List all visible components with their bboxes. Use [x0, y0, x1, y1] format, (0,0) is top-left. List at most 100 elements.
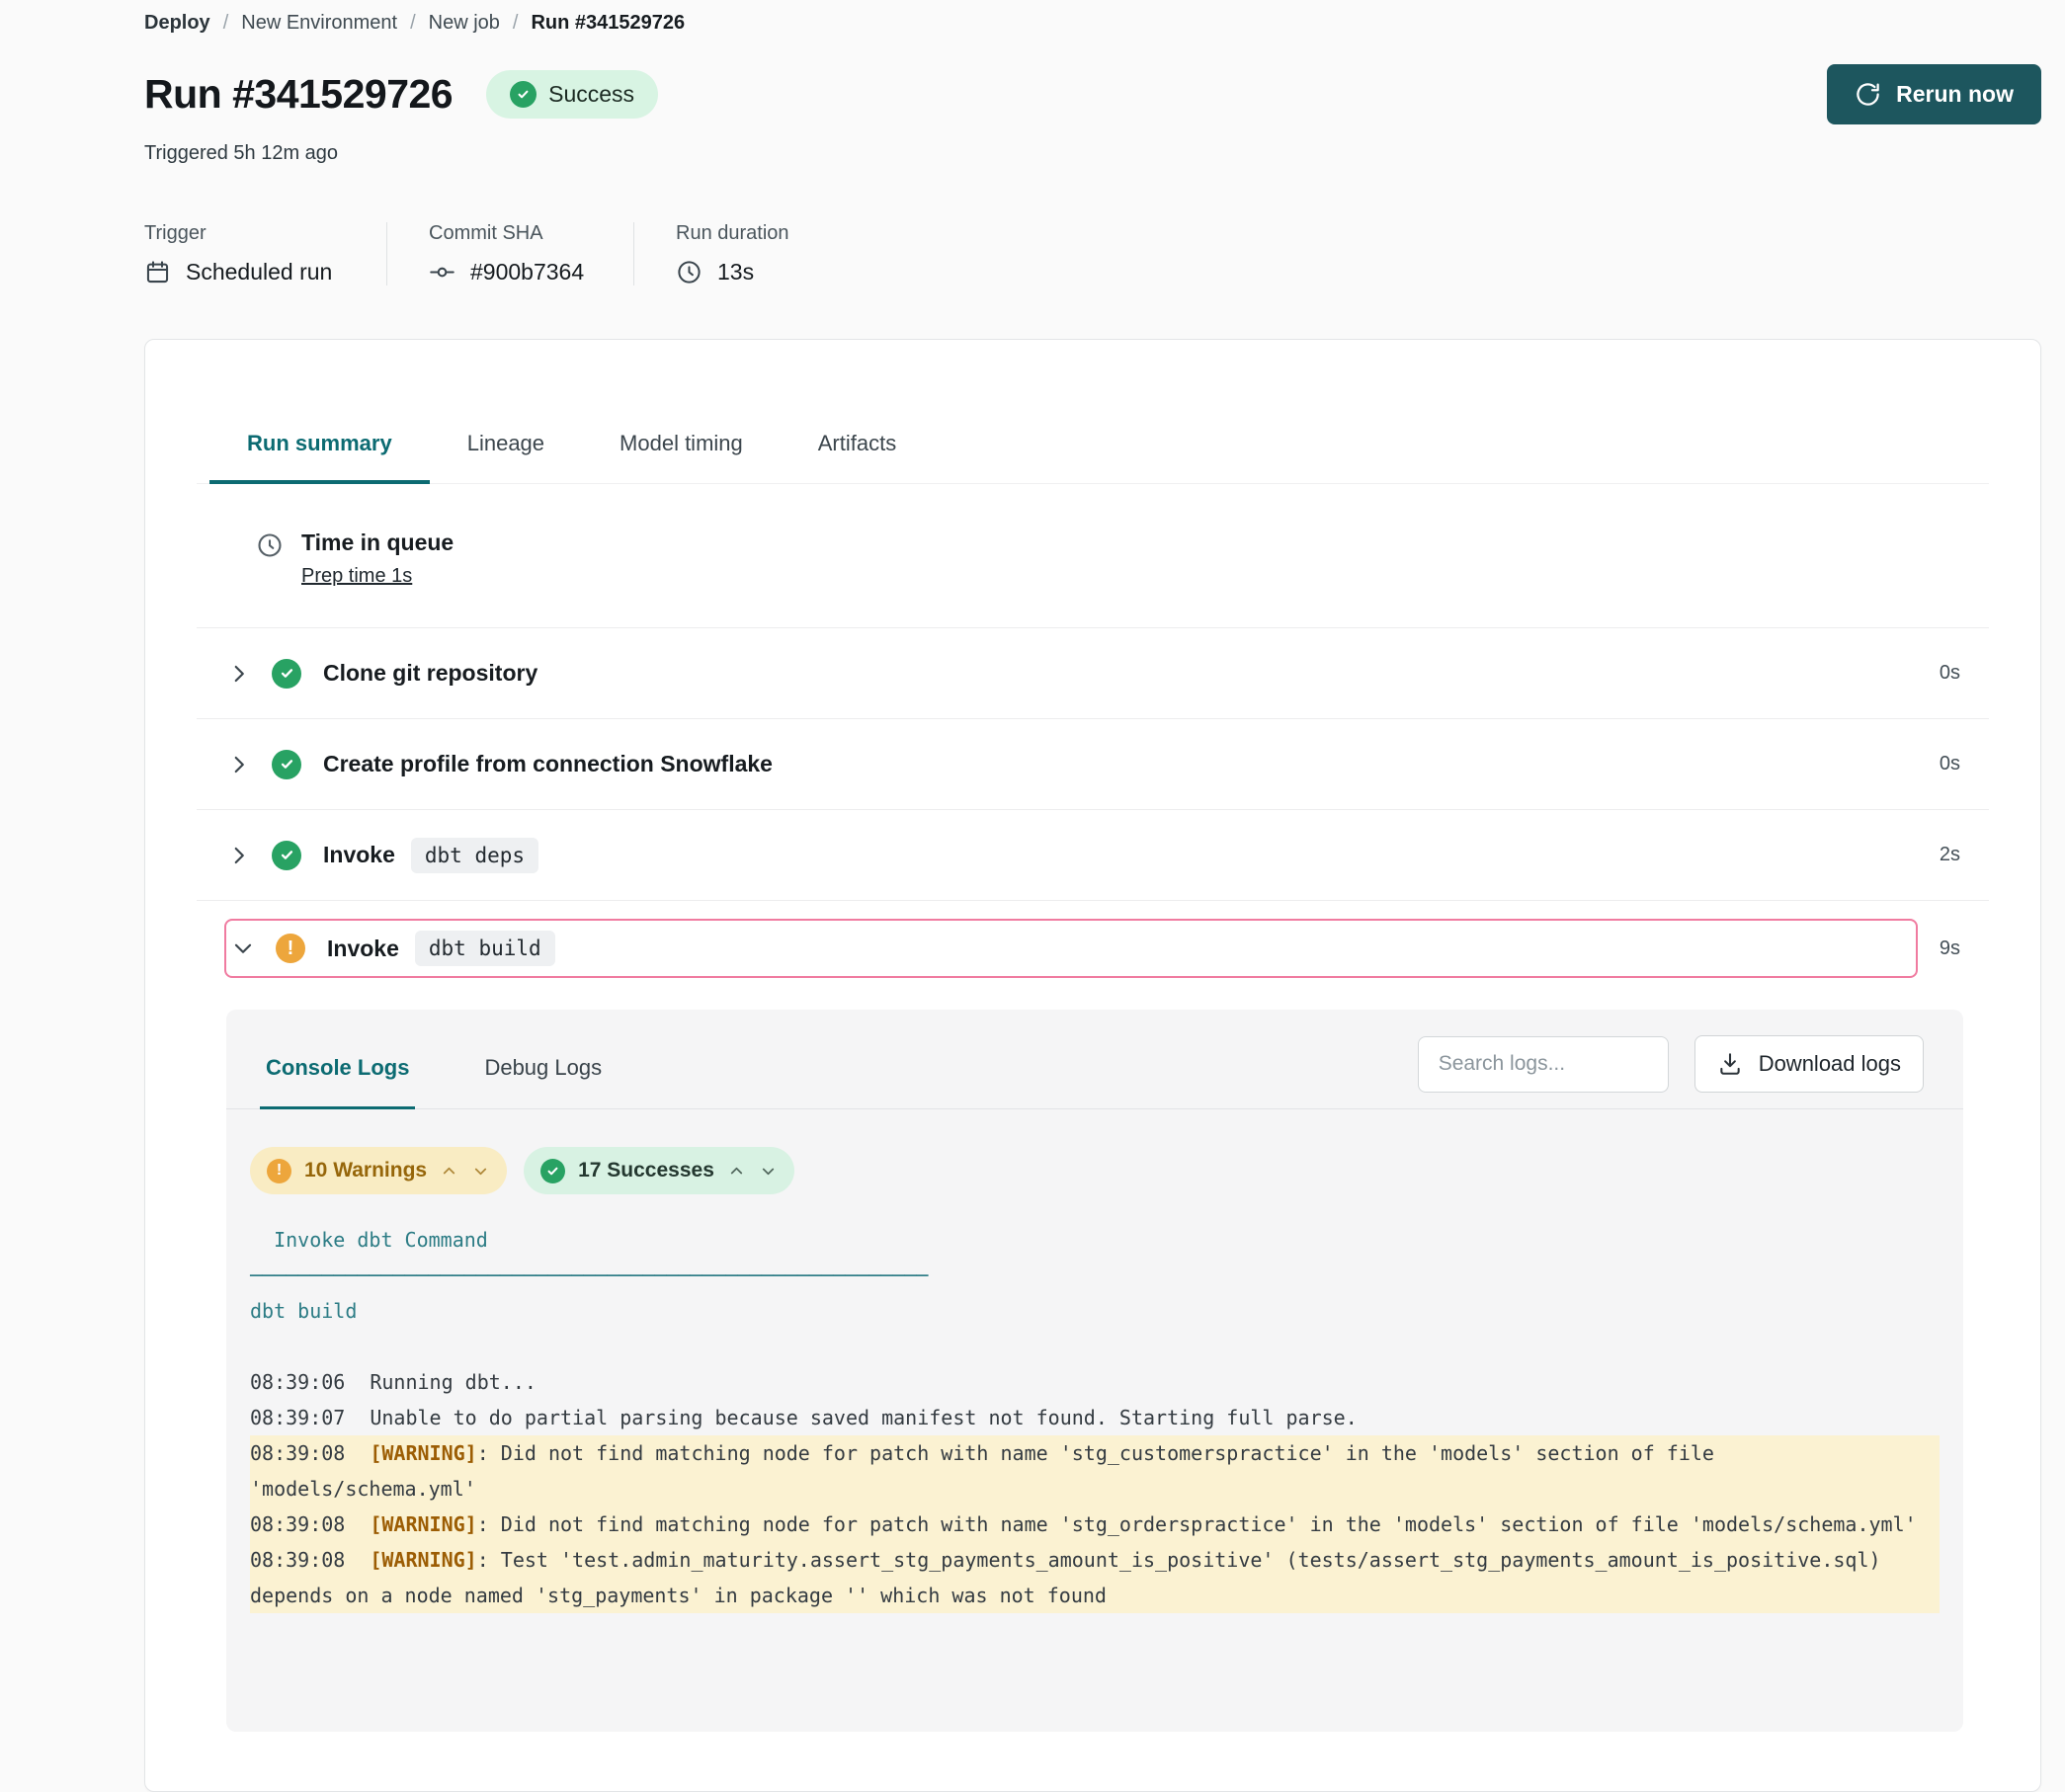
download-logs-label: Download logs — [1759, 1051, 1901, 1077]
triggered-text: Triggered 5h 12m ago — [144, 142, 2041, 165]
breadcrumb: Deploy / New Environment / New job / Run… — [144, 12, 2041, 35]
step-label: Create profile from connection Snowflake — [323, 751, 773, 777]
log-timestamp: 08:39:06 — [250, 1370, 345, 1394]
page-title: Run #341529726 — [144, 71, 453, 118]
log-actions: Download logs — [1418, 1035, 1924, 1108]
tab-run-summary[interactable]: Run summary — [209, 417, 430, 484]
download-logs-button[interactable]: Download logs — [1694, 1035, 1924, 1093]
tab-lineage[interactable]: Lineage — [430, 417, 582, 484]
prep-time-link[interactable]: Prep time 1s — [301, 565, 412, 588]
time-in-queue-section: Time in queue Prep time 1s — [197, 484, 1989, 628]
log-text: Running dbt... — [370, 1370, 537, 1394]
warnings-badge[interactable]: ! 10 Warnings — [250, 1147, 507, 1194]
page-header: Run #341529726 Success Rerun now — [144, 64, 2041, 124]
successes-badge-label: 17 Successes — [578, 1159, 714, 1182]
log-tabs: Console Logs Debug Logs — [260, 1037, 671, 1108]
meta-duration: Run duration 13s — [633, 222, 829, 285]
time-in-queue-title: Time in queue — [301, 529, 454, 556]
clock-icon — [676, 259, 702, 285]
tab-artifacts[interactable]: Artifacts — [781, 417, 934, 484]
success-check-icon — [510, 81, 537, 108]
refresh-icon — [1855, 81, 1881, 108]
step-row-clone-git[interactable]: Clone git repository 0s — [197, 628, 1989, 719]
log-warning-prefix: [WARNING] — [370, 1548, 476, 1572]
console-log-output: Invoke dbt Command ─────────────────────… — [226, 1222, 1963, 1613]
step-label: Invoke — [323, 842, 395, 868]
log-line: dbt build — [250, 1293, 1940, 1329]
step-row-dbt-build[interactable]: ! Invoke dbt build — [224, 919, 1918, 978]
meta-trigger-label: Trigger — [144, 222, 347, 245]
chevron-down-icon[interactable] — [759, 1162, 778, 1181]
chevron-up-icon[interactable] — [727, 1162, 746, 1181]
meta-commit-value: #900b7364 — [470, 259, 584, 285]
step-row-dbt-deps[interactable]: Invoke dbt deps 2s — [197, 810, 1989, 901]
log-text: dbt build — [250, 1299, 357, 1323]
log-warning-prefix: [WARNING] — [370, 1512, 476, 1536]
log-text: : Did not find matching node for patch w… — [477, 1512, 1917, 1536]
chevron-right-icon — [226, 661, 252, 687]
download-icon — [1717, 1051, 1743, 1077]
log-line: Invoke dbt Command — [250, 1222, 1940, 1258]
warnings-badge-label: 10 Warnings — [304, 1159, 427, 1182]
run-meta: Trigger Scheduled run Commit SHA #900b73… — [144, 222, 2041, 285]
meta-duration-label: Run duration — [676, 222, 789, 245]
chevron-right-icon — [226, 752, 252, 777]
tab-console-logs[interactable]: Console Logs — [260, 1037, 415, 1109]
run-summary-card: Run summary Lineage Model timing Artifac… — [144, 339, 2041, 1792]
rerun-now-button[interactable]: Rerun now — [1827, 64, 2041, 124]
search-logs-input[interactable] — [1418, 1036, 1669, 1093]
log-line-blank — [250, 1329, 1940, 1364]
breadcrumb-environment[interactable]: New Environment — [241, 12, 397, 35]
tab-debug-logs[interactable]: Debug Logs — [478, 1037, 608, 1109]
log-timestamp: 08:39:08 — [250, 1512, 345, 1536]
meta-commit: Commit SHA #900b7364 — [386, 222, 633, 285]
status-badge-label: Success — [548, 81, 634, 108]
success-check-icon — [272, 659, 301, 689]
chevron-down-icon[interactable] — [471, 1162, 490, 1181]
log-filter-badges: ! 10 Warnings 17 Successes — [226, 1109, 1963, 1194]
log-text: Unable to do partial parsing because sav… — [370, 1406, 1357, 1429]
log-line: 08:39:07 Unable to do partial parsing bec… — [250, 1400, 1940, 1435]
log-line: 08:39:06 Running dbt... — [250, 1364, 1940, 1400]
run-detail-page: Deploy / New Environment / New job / Run… — [0, 0, 2065, 1792]
run-tabs: Run summary Lineage Model timing Artifac… — [197, 417, 1989, 484]
log-panel: Console Logs Debug Logs Download logs ! … — [226, 1010, 1963, 1732]
rerun-now-label: Rerun now — [1896, 81, 2014, 108]
step-duration: 0s — [1940, 753, 1960, 775]
successes-badge[interactable]: 17 Successes — [524, 1147, 794, 1194]
meta-trigger: Trigger Scheduled run — [144, 222, 386, 285]
warning-icon: ! — [276, 934, 305, 963]
step-command-chip: dbt deps — [411, 838, 538, 873]
warning-icon: ! — [267, 1159, 291, 1183]
log-header: Console Logs Debug Logs Download logs — [226, 1010, 1963, 1109]
tab-model-timing[interactable]: Model timing — [582, 417, 781, 484]
chevron-up-icon[interactable] — [440, 1162, 458, 1181]
meta-commit-label: Commit SHA — [429, 222, 594, 245]
step-duration: 0s — [1940, 662, 1960, 685]
calendar-icon — [144, 259, 171, 285]
success-check-icon — [540, 1159, 565, 1183]
breadcrumb-separator: / — [513, 12, 519, 35]
breadcrumb-separator: / — [410, 12, 416, 35]
meta-trigger-value: Scheduled run — [186, 259, 332, 285]
step-row-create-profile[interactable]: Create profile from connection Snowflake… — [197, 719, 1989, 810]
log-text: ────────────────────────────────────────… — [250, 1263, 928, 1287]
commit-icon — [429, 259, 455, 285]
log-timestamp: 08:39:08 — [250, 1548, 345, 1572]
breadcrumb-deploy[interactable]: Deploy — [144, 12, 210, 35]
clock-icon — [256, 531, 284, 559]
log-text: Invoke dbt Command — [250, 1228, 488, 1252]
step-label: Clone git repository — [323, 660, 537, 687]
success-check-icon — [272, 841, 301, 870]
meta-duration-value: 13s — [717, 259, 754, 285]
breadcrumb-separator: / — [223, 12, 229, 35]
breadcrumb-job[interactable]: New job — [429, 12, 500, 35]
log-timestamp: 08:39:08 — [250, 1441, 345, 1465]
step-row-dbt-build-line: ! Invoke dbt build 9s — [197, 919, 1989, 978]
log-timestamp: 08:39:07 — [250, 1406, 345, 1429]
chevron-down-icon — [230, 936, 256, 961]
step-duration: 2s — [1940, 844, 1960, 866]
step-label: Invoke — [327, 936, 399, 962]
log-line-warning: 08:39:08 [WARNING]: Did not find matching… — [250, 1507, 1940, 1542]
log-line-separator: ────────────────────────────────────────… — [250, 1258, 1940, 1293]
